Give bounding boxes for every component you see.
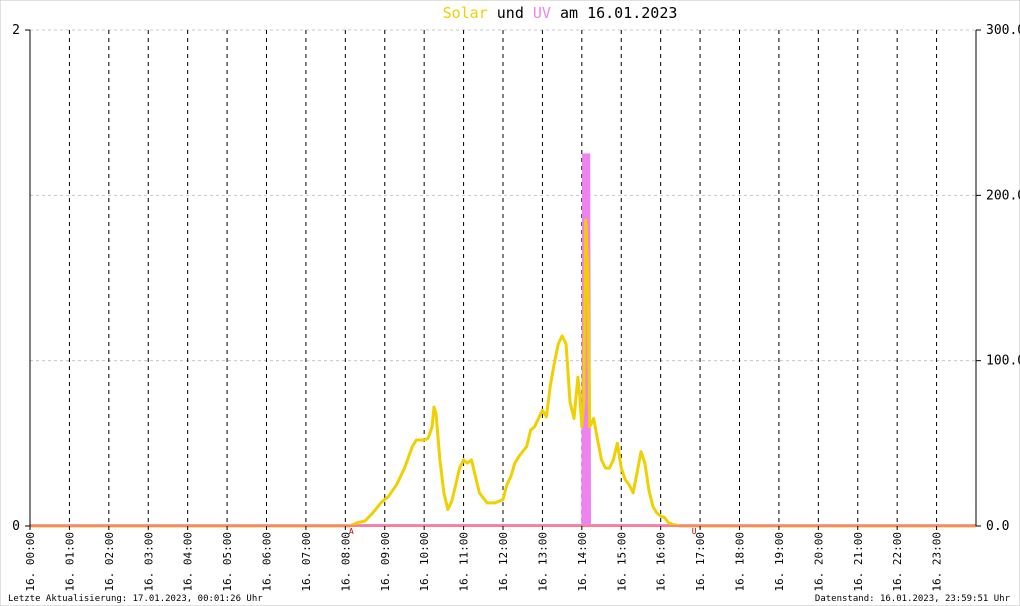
x-tick-label: 16. 07:00 <box>300 532 313 592</box>
x-tick-label: 16. 09:00 <box>379 532 392 592</box>
title-solar: Solar <box>443 4 488 22</box>
x-tick-label: 16. 15:00 <box>615 532 628 592</box>
right-tick-label: 300.0 <box>986 23 1020 38</box>
x-tick-label: 16. 13:00 <box>536 532 549 592</box>
x-tick-label: 16. 03:00 <box>142 532 155 592</box>
x-tick-label: 16. 10:00 <box>418 532 431 592</box>
x-tick-label: 16. 08:00 <box>339 532 352 592</box>
marker-a: A <box>349 527 354 536</box>
x-tick-label: 16. 11:00 <box>458 532 471 592</box>
marker-u: U <box>692 527 697 536</box>
right-tick-label: 100.0 <box>986 354 1020 369</box>
x-tick-label: 16. 12:00 <box>497 532 510 592</box>
x-tick-label: 16. 17:00 <box>694 532 707 592</box>
right-tick-label: 0.0 <box>986 519 1009 534</box>
x-tick-label: 16. 00:00 <box>24 532 37 592</box>
right-tick-label: 200.0 <box>986 188 1020 203</box>
solar-uv-chart: Solar und UV am 16.01.2023 0 2 0.0 100.0 200… <box>0 0 1020 606</box>
title-uv: UV <box>533 4 551 22</box>
x-tick-label: 16. 06:00 <box>261 532 274 592</box>
chart-background <box>0 0 1020 606</box>
chart-title: Solar und UV am 16.01.2023 <box>443 4 678 22</box>
x-tick-label: 16. 23:00 <box>931 532 944 592</box>
x-tick-label: 16. 14:00 <box>576 532 589 592</box>
x-tick-label: 16. 18:00 <box>734 532 747 592</box>
left-tick-label: 0 <box>12 519 20 534</box>
x-tick-label: 16. 02:00 <box>103 532 116 592</box>
x-tick-label: 16. 16:00 <box>655 532 668 592</box>
x-tick-label: 16. 19:00 <box>773 532 786 592</box>
footer-data-status: Datenstand: 16.01.2023, 23:59:51 Uhr <box>815 594 1011 604</box>
title-date: am 16.01.2023 <box>560 4 677 22</box>
x-tick-label: 16. 04:00 <box>182 532 195 592</box>
x-tick-label: 16. 01:00 <box>63 532 76 592</box>
x-tick-label: 16. 05:00 <box>221 532 234 592</box>
footer-last-update: Letzte Aktualisierung: 17.01.2023, 00:01… <box>8 594 263 604</box>
x-tick-label: 16. 22:00 <box>891 532 904 592</box>
left-tick-label: 2 <box>12 23 20 38</box>
x-tick-label: 16. 21:00 <box>852 532 865 592</box>
title-und-word: und <box>497 4 524 22</box>
x-tick-label: 16. 20:00 <box>812 532 825 592</box>
